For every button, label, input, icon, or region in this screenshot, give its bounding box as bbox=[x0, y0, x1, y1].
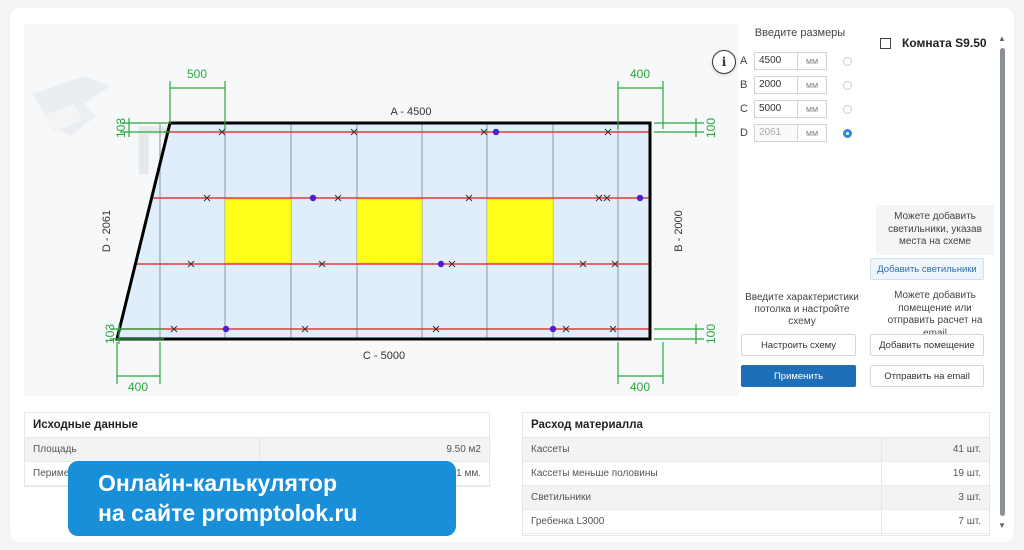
dim-letter: A bbox=[740, 55, 748, 67]
promo-line-2: на сайте promptolok.ru bbox=[98, 500, 358, 526]
source-table-title: Исходные данные bbox=[25, 413, 489, 438]
dim-radio-a[interactable] bbox=[843, 56, 852, 66]
side-label-a: A - 4500 bbox=[391, 106, 432, 118]
dim-letter: D bbox=[740, 127, 748, 139]
dim-letter: B bbox=[740, 79, 748, 91]
dim-input-d[interactable]: 2061 bbox=[754, 124, 797, 142]
info-icon[interactable]: i bbox=[712, 50, 736, 74]
row-value: 41 шт. bbox=[881, 438, 989, 461]
dim-radio-c[interactable] bbox=[843, 104, 852, 114]
send-email-button[interactable]: Отправить на email bbox=[870, 365, 984, 387]
dim-row-a: A 4500 мм bbox=[740, 52, 852, 70]
row-label: Светильники bbox=[531, 492, 591, 503]
offset-bottom-left: 400 bbox=[128, 380, 148, 394]
room-title: Комната S9.50 bbox=[902, 36, 987, 50]
side-label-b: B - 2000 bbox=[673, 210, 685, 252]
lights[interactable] bbox=[224, 198, 554, 264]
table-row: Площадь 9.50 м2 bbox=[25, 438, 489, 462]
promo-banner: Онлайн-калькулятор на сайте promptolok.r… bbox=[68, 461, 456, 536]
offset-top-left: 500 bbox=[187, 67, 207, 81]
table-row: Светильники 3 шт. bbox=[523, 486, 989, 510]
dim-input-b[interactable]: 2000 bbox=[754, 76, 797, 94]
row-label: Кассеты bbox=[531, 444, 570, 455]
scroll-down-icon[interactable]: ▼ bbox=[998, 521, 1006, 530]
material-usage-table: Расход материалла Кассеты 41 шт. Кассеты… bbox=[522, 412, 990, 536]
row-label: Гребенка L3000 bbox=[531, 516, 605, 527]
dim-radio-b[interactable] bbox=[843, 80, 852, 90]
dimensions-panel: Введите размеры A 4500 мм B 2000 мм C 50… bbox=[736, 24, 864, 144]
row-label: Кассеты меньше половины bbox=[531, 468, 658, 479]
dim-unit: мм bbox=[797, 52, 827, 70]
scroll-thumb[interactable] bbox=[1000, 48, 1005, 516]
offset-right-top: 100 bbox=[704, 118, 718, 138]
dim-row-b: B 2000 мм bbox=[740, 76, 852, 94]
row-value: 19 шт. bbox=[881, 462, 989, 485]
ceiling-settings-note: Введите характеристики потолка и настрой… bbox=[745, 292, 859, 327]
offset-right-bottom: 100 bbox=[704, 324, 718, 344]
row-value: 7 шт. bbox=[881, 510, 989, 533]
dim-input-c[interactable]: 5000 bbox=[754, 100, 797, 118]
ceiling-scheme-svg[interactable]: ПромПотолок bbox=[24, 24, 738, 396]
dim-row-c: C 5000 мм bbox=[740, 100, 852, 118]
configure-scheme-button[interactable]: Настроить схему bbox=[741, 334, 856, 356]
dim-radio-d[interactable] bbox=[843, 128, 852, 138]
dim-unit: мм bbox=[797, 76, 827, 94]
dim-input-a[interactable]: 4500 bbox=[754, 52, 797, 70]
offset-left-top: 103 bbox=[114, 118, 128, 138]
row-value: 9.50 м2 bbox=[259, 438, 489, 461]
apply-button[interactable]: Применить bbox=[741, 365, 856, 387]
add-lights-note: Можете добавить светильники, указав мест… bbox=[876, 205, 994, 255]
side-label-c: C - 5000 bbox=[363, 350, 405, 362]
material-table-title: Расход материалла bbox=[523, 413, 989, 438]
promo-line-1: Онлайн-калькулятор bbox=[98, 470, 338, 496]
room-header: Комната S9.50 bbox=[880, 36, 987, 50]
scroll-up-icon[interactable]: ▲ bbox=[998, 34, 1006, 43]
table-row: Кассеты 41 шт. bbox=[523, 438, 989, 462]
scrollbar[interactable]: ▲ ▼ bbox=[997, 34, 1007, 534]
table-row: Гребенка L3000 7 шт. bbox=[523, 510, 989, 534]
offset-left-bottom: 103 bbox=[103, 324, 117, 344]
dim-row-d: D 2061 мм bbox=[740, 124, 852, 142]
offset-bottom-right: 400 bbox=[630, 380, 650, 394]
dim-unit: мм bbox=[797, 124, 827, 142]
dim-letter: C bbox=[740, 103, 748, 115]
dimensions-title: Введите размеры bbox=[754, 27, 846, 39]
row-value: 3 шт. bbox=[881, 486, 989, 509]
side-label-d: D - 2061 bbox=[101, 210, 113, 252]
offset-top-right: 400 bbox=[630, 67, 650, 81]
add-room-button[interactable]: Добавить помещение bbox=[870, 334, 984, 356]
room-checkbox[interactable] bbox=[880, 37, 891, 49]
add-lights-button[interactable]: Добавить светильники bbox=[870, 258, 984, 280]
row-label: Площадь bbox=[33, 444, 77, 455]
add-room-note: Можете добавить помещение или отправить … bbox=[887, 290, 983, 339]
dim-unit: мм bbox=[797, 100, 827, 118]
table-row: Кассеты меньше половины 19 шт. bbox=[523, 462, 989, 486]
ceiling-scheme-canvas[interactable]: ПромПотолок bbox=[24, 24, 738, 396]
